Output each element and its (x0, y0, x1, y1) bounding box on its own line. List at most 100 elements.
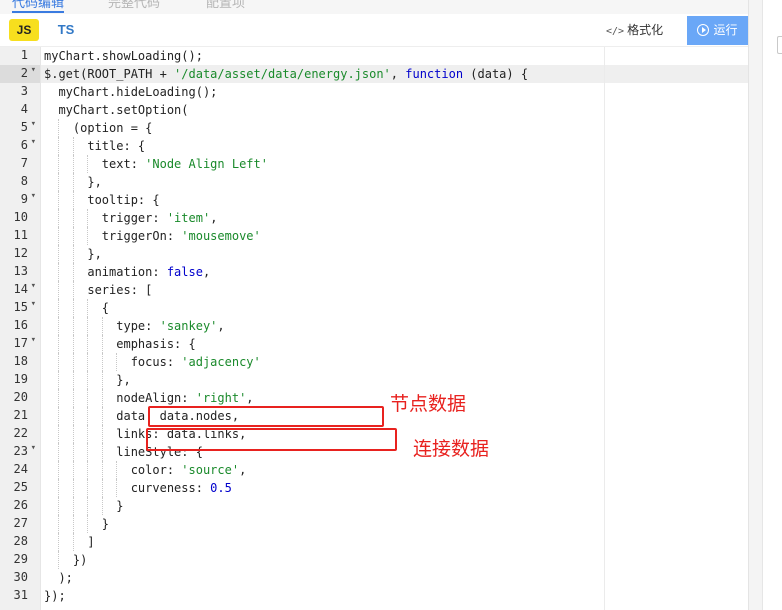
indent-guide (87, 407, 89, 425)
run-button[interactable]: 运行 (687, 16, 748, 45)
line-number: 6 ▾ (0, 137, 40, 155)
line-number: 2 ▾ (0, 65, 40, 83)
code-line[interactable]: emphasis: { (44, 335, 195, 353)
fold-arrow-icon[interactable]: ▾ (31, 65, 36, 75)
tab-code-edit[interactable]: 代码编辑 (12, 0, 65, 13)
code-token: animation: (44, 265, 167, 279)
fold-arrow-icon[interactable]: ▾ (31, 191, 36, 201)
indent-guide (72, 461, 74, 479)
line-number: 22 (0, 425, 40, 443)
line-number-text: 20 (13, 390, 28, 404)
indent-guide (87, 497, 89, 515)
format-button[interactable]: </> 格式化 (606, 21, 663, 39)
indent-guide (58, 299, 60, 317)
line-number-text: 6 (20, 138, 28, 152)
indent-guide (101, 353, 103, 371)
line-number-text: 29 (13, 552, 28, 566)
code-token: curveness: (44, 481, 211, 495)
line-number: 12 (0, 245, 40, 263)
code-icon: </> (606, 26, 625, 37)
top-tab-strip: 代码编辑 完整代码 配置项 (0, 0, 760, 14)
code-editor[interactable]: 1 2 ▾ 3 4 5 ▾ 6 ▾ 7 8 9 ▾ 10 11 12 13 14 ▾ 15 ▾ 16 17 ▾ 18 19 20 21… (0, 47, 748, 610)
code-line[interactable]: myChart.hideLoading(); (44, 83, 217, 101)
code-line[interactable]: series: [ (44, 281, 152, 299)
indent-guide (101, 461, 103, 479)
indent-guide (87, 371, 89, 389)
code-line[interactable]: color: 'source', (44, 461, 247, 479)
code-line[interactable]: trigger: 'item', (44, 209, 218, 227)
code-line[interactable]: triggerOn: 'mousemove' (44, 227, 261, 245)
indent-guide (87, 209, 89, 227)
indent-guide (58, 209, 60, 227)
indent-guide (72, 245, 74, 263)
indent-guide (101, 335, 103, 353)
indent-guide (58, 137, 60, 155)
code-line[interactable]: animation: false, (44, 263, 210, 281)
indent-guide (72, 425, 74, 443)
indent-guide (58, 389, 60, 407)
fold-arrow-icon[interactable]: ▾ (31, 335, 36, 345)
line-number: 25 (0, 479, 40, 497)
code-line[interactable]: { (44, 299, 109, 317)
code-line[interactable]: type: 'sankey', (44, 317, 224, 335)
tab-config[interactable]: 配置项 (206, 0, 245, 11)
indent-guide (58, 461, 60, 479)
code-line[interactable]: }) (44, 551, 87, 569)
code-token: { (44, 301, 110, 315)
fold-arrow-icon[interactable]: ▾ (31, 299, 36, 309)
fold-arrow-icon[interactable]: ▾ (31, 137, 36, 147)
line-number-text: 21 (13, 408, 28, 422)
indent-guide (58, 173, 60, 191)
code-token: color: (44, 463, 182, 477)
line-number-text: 7 (20, 156, 28, 170)
indent-guide (87, 317, 89, 335)
indent-guide (101, 371, 103, 389)
line-number-text: 30 (13, 570, 28, 584)
print-margin-line (604, 47, 605, 610)
code-line[interactable]: focus: 'adjacency' (44, 353, 261, 371)
panel-splitter[interactable] (748, 0, 763, 610)
line-number-text: 5 (20, 120, 28, 134)
indent-guide (58, 317, 60, 335)
js-language-button[interactable]: JS (9, 19, 39, 41)
code-line[interactable]: (option = { (44, 119, 152, 137)
indent-guide (87, 335, 89, 353)
code-line[interactable]: ); (44, 569, 73, 587)
line-number-text: 28 (13, 534, 28, 548)
ts-language-button[interactable]: TS (52, 19, 80, 41)
code-token: myChart.showLoading(); (44, 49, 203, 63)
code-token: , (390, 67, 406, 81)
indent-guide (58, 335, 60, 353)
indent-guide (58, 497, 60, 515)
code-line[interactable]: text: 'Node Align Left' (44, 155, 268, 173)
code-line[interactable]: myChart.setOption( (44, 101, 188, 119)
fold-arrow-icon[interactable]: ▾ (31, 443, 36, 453)
line-number: 16 (0, 317, 40, 335)
code-token: , (202, 265, 211, 279)
fold-arrow-icon[interactable]: ▾ (31, 281, 36, 291)
code-line[interactable]: }); (44, 587, 66, 605)
code-line[interactable]: ] (44, 533, 94, 551)
code-line[interactable]: myChart.showLoading(); (44, 47, 203, 65)
indent-guide (101, 497, 103, 515)
code-line[interactable]: tooltip: { (44, 191, 159, 209)
line-number-text: 26 (13, 498, 28, 512)
code-token: } (44, 517, 110, 531)
fold-arrow-icon[interactable]: ▾ (31, 119, 36, 129)
indent-guide (58, 551, 60, 569)
indent-guide (58, 371, 60, 389)
line-number: 3 (0, 83, 40, 101)
code-line[interactable]: } (44, 515, 109, 533)
code-line[interactable]: nodeAlign: 'right', (44, 389, 253, 407)
indent-guide (72, 299, 74, 317)
code-line[interactable]: } (44, 497, 123, 515)
indent-guide (72, 335, 74, 353)
line-number-text: 24 (13, 462, 28, 476)
indent-guide (72, 515, 74, 533)
code-token: ); (44, 571, 73, 585)
play-circle-icon (697, 24, 710, 36)
indent-guide (58, 353, 60, 371)
code-line[interactable]: $.get(ROOT_PATH + '/data/asset/data/ener… (44, 65, 528, 83)
tab-full-code[interactable]: 完整代码 (108, 0, 160, 11)
indent-guide (58, 263, 60, 281)
